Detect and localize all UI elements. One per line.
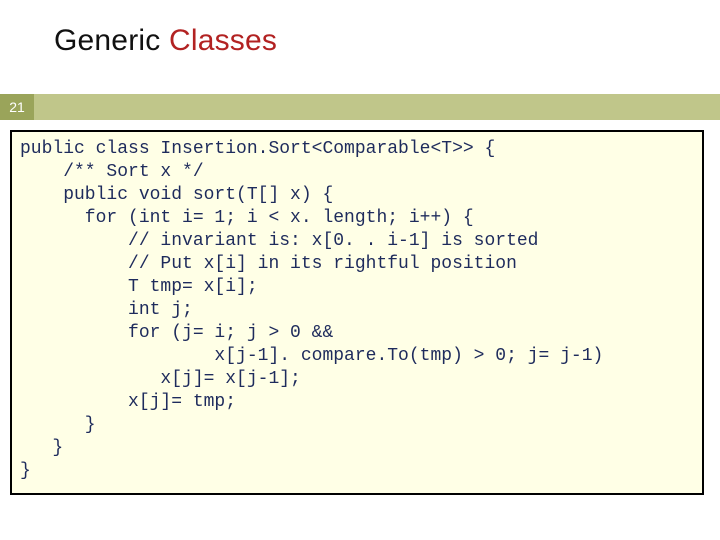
slide: Generic Classes 21 public class Insertio…: [0, 0, 720, 540]
page-number-box: 21: [0, 94, 34, 120]
code-text: public class Insertion.Sort<Comparable<T…: [20, 138, 694, 483]
title-text-generic: Generic: [54, 24, 169, 57]
slide-title: Generic Classes: [54, 24, 277, 58]
code-block: public class Insertion.Sort<Comparable<T…: [10, 130, 704, 495]
header-stripe: 21: [0, 94, 720, 120]
title-text-classes: Classes: [169, 24, 277, 57]
page-number: 21: [9, 99, 25, 115]
